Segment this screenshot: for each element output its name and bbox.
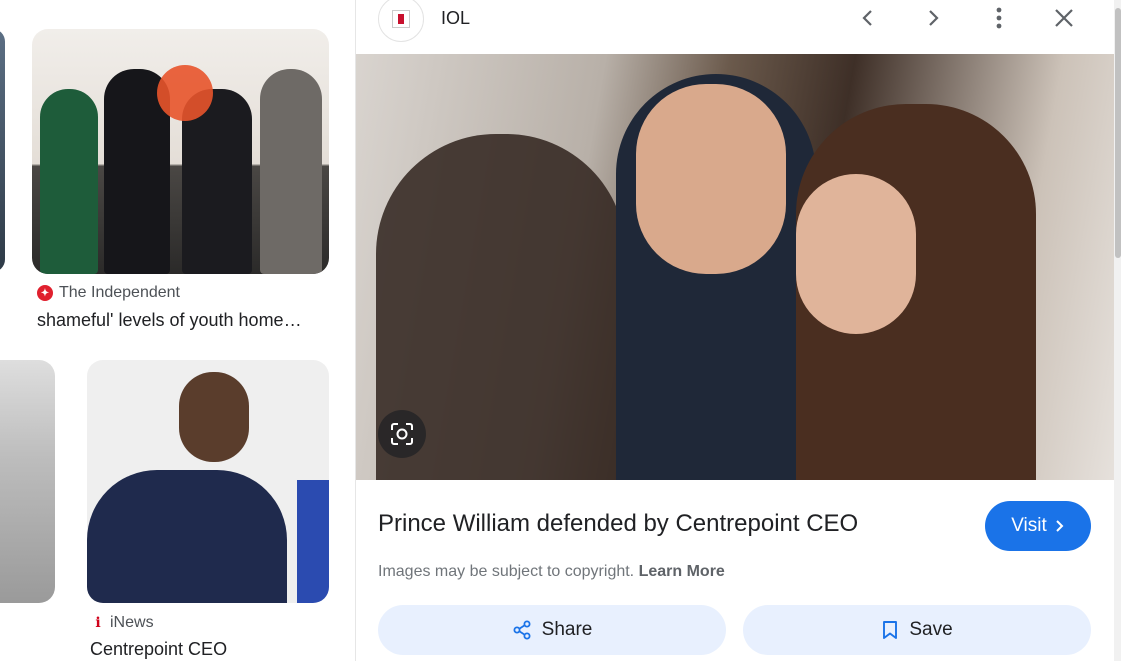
copyright-text: Images may be subject to copyright. [378,563,635,580]
inews-logo-icon: i [95,615,101,631]
save-button[interactable]: Save [743,605,1091,655]
chevron-left-icon [862,10,872,26]
save-label: Save [909,619,953,640]
result-source-independent[interactable]: ✦ The Independent [37,284,180,302]
share-icon [513,620,531,640]
preview-header: IOL [356,0,1114,54]
result-thumbnail-independent[interactable] [32,29,329,274]
close-button[interactable] [1048,2,1080,34]
google-lens-button[interactable] [378,410,426,458]
bookmark-icon [883,621,898,639]
result-caption[interactable]: Centrepoint CEO [90,639,330,660]
google-lens-icon [391,423,413,445]
visit-button[interactable]: Visit [985,501,1091,551]
preview-image[interactable] [356,54,1114,480]
result-source-label: The Independent [59,284,180,301]
result-source-label: iNews [110,614,154,631]
visit-label: Visit [1011,515,1047,536]
site-name[interactable]: IOL [441,8,470,29]
share-label: Share [541,619,593,640]
close-icon [1055,9,1073,27]
result-source-inews[interactable]: i iNews [92,614,154,632]
next-button[interactable] [917,2,949,34]
previous-button[interactable] [852,2,884,34]
chevron-right-icon [1056,520,1064,532]
preview-title[interactable]: Prince William defended by Centrepoint C… [378,510,858,538]
copyright-notice: Images may be subject to copyright. Lear… [378,563,725,581]
more-options-button[interactable] [983,2,1015,34]
independent-logo-icon: ✦ [37,285,53,301]
result-thumbnail-partial[interactable] [0,360,55,603]
share-button[interactable]: Share [378,605,726,655]
image-preview-panel: IOL Prince William defended by Centrepoi… [355,0,1121,661]
image-results-grid: ✦ The Independent shameful' levels of yo… [0,0,355,661]
more-vert-icon [996,7,1002,29]
learn-more-link[interactable]: Learn More [639,563,725,580]
result-thumbnail-partial[interactable] [0,29,5,272]
result-caption[interactable]: shameful' levels of youth home… [37,310,327,331]
scrollbar[interactable] [1114,0,1121,661]
result-thumbnail-inews[interactable] [87,360,329,603]
site-favicon[interactable] [378,0,424,42]
chevron-right-icon [929,10,939,26]
